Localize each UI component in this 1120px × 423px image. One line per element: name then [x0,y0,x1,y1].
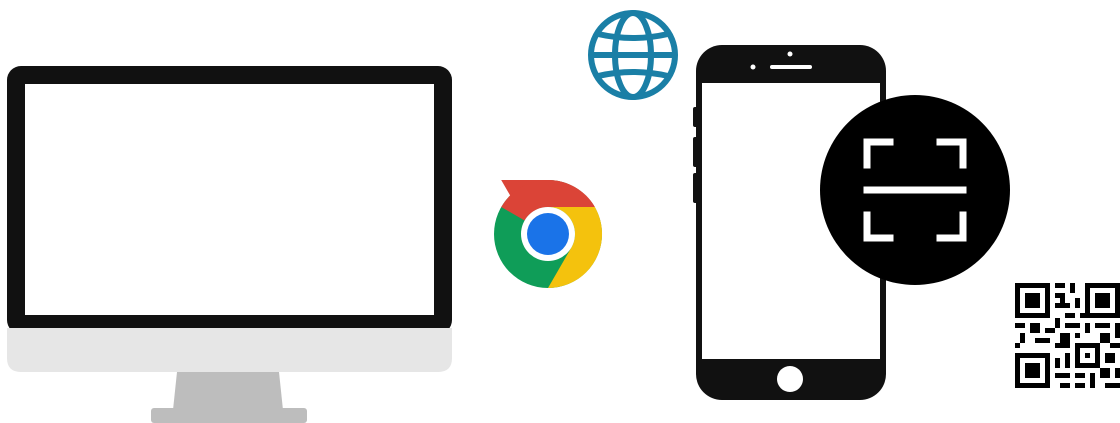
qr-scan-icon [820,95,1010,285]
home-button [777,366,803,392]
illustration-canvas [0,0,1120,423]
monitor-screen [25,84,434,315]
chrome-logo-icon [493,179,603,289]
globe-icon [586,8,680,102]
desktop-monitor-icon [7,66,452,423]
qr-code-icon [1015,283,1120,388]
